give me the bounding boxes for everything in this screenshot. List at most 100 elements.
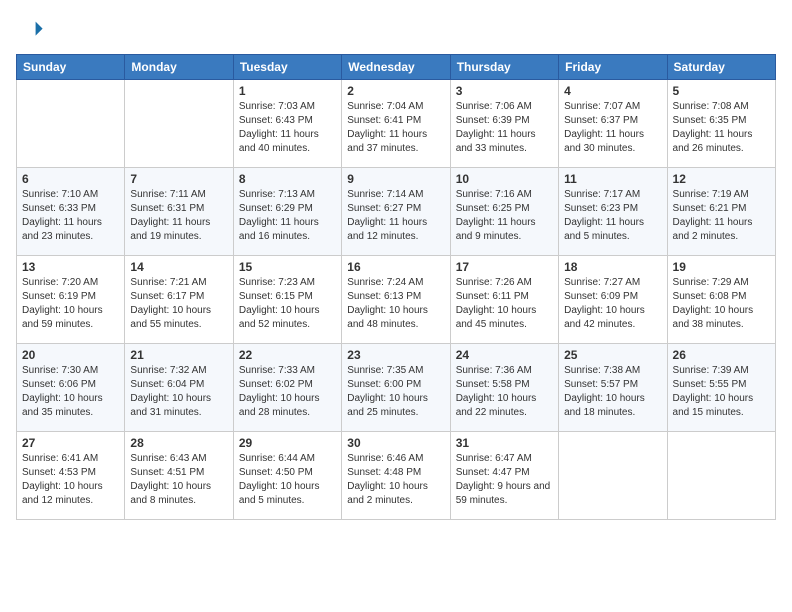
calendar-day-cell bbox=[125, 80, 233, 168]
day-number: 11 bbox=[564, 172, 661, 186]
day-info: Sunrise: 6:41 AM Sunset: 4:53 PM Dayligh… bbox=[22, 452, 119, 508]
day-number: 25 bbox=[564, 348, 661, 362]
calendar-day-cell: 9Sunrise: 7:14 AM Sunset: 6:27 PM Daylig… bbox=[342, 168, 450, 256]
day-number: 31 bbox=[456, 436, 553, 450]
day-info: Sunrise: 7:38 AM Sunset: 5:57 PM Dayligh… bbox=[564, 364, 661, 420]
day-of-week-header: Thursday bbox=[450, 55, 558, 80]
calendar-day-cell: 18 Sunrise: 7:27 AM Sunset: 6:09 PM Dayli… bbox=[559, 256, 667, 344]
calendar-day-cell: 3 Sunrise: 7:06 AM Sunset: 6:39 PM Daylig… bbox=[450, 80, 558, 168]
calendar-day-cell: 21Sunrise: 7:32 AM Sunset: 6:04 PM Dayli… bbox=[125, 344, 233, 432]
calendar-day-cell: 10 Sunrise: 7:16 AM Sunset: 6:25 PM Dayli… bbox=[450, 168, 558, 256]
day-number: 27 bbox=[22, 436, 119, 450]
calendar-day-cell bbox=[17, 80, 125, 168]
calendar-week-row: 20 Sunrise: 7:30 AM Sunset: 6:06 PM Dayli… bbox=[17, 344, 776, 432]
calendar-day-cell: 8 Sunrise: 7:13 AM Sunset: 6:29 PM Daylig… bbox=[233, 168, 341, 256]
day-number: 24 bbox=[456, 348, 553, 362]
day-info: Sunrise: 7:27 AM Sunset: 6:09 PM Dayligh… bbox=[564, 276, 661, 332]
day-info: Sunrise: 7:26 AM Sunset: 6:11 PM Dayligh… bbox=[456, 276, 553, 332]
day-info: Sunrise: 7:32 AM Sunset: 6:04 PM Dayligh… bbox=[130, 364, 227, 420]
day-info: Sunrise: 7:16 AM Sunset: 6:25 PM Dayligh… bbox=[456, 188, 553, 244]
calendar-day-cell: 20 Sunrise: 7:30 AM Sunset: 6:06 PM Dayli… bbox=[17, 344, 125, 432]
day-number: 30 bbox=[347, 436, 444, 450]
calendar-day-cell: 4Sunrise: 7:07 AM Sunset: 6:37 PM Daylig… bbox=[559, 80, 667, 168]
calendar-day-cell: 16 Sunrise: 7:24 AM Sunset: 6:13 PM Dayli… bbox=[342, 256, 450, 344]
calendar-day-cell: 5 Sunrise: 7:08 AM Sunset: 6:35 PM Daylig… bbox=[667, 80, 775, 168]
day-number: 16 bbox=[347, 260, 444, 274]
calendar-day-cell: 17 Sunrise: 7:26 AM Sunset: 6:11 PM Dayli… bbox=[450, 256, 558, 344]
day-number: 17 bbox=[456, 260, 553, 274]
day-number: 29 bbox=[239, 436, 336, 450]
calendar-day-cell: 13Sunrise: 7:20 AM Sunset: 6:19 PM Dayli… bbox=[17, 256, 125, 344]
day-of-week-header: Wednesday bbox=[342, 55, 450, 80]
day-info: Sunrise: 7:35 AM Sunset: 6:00 PM Dayligh… bbox=[347, 364, 444, 420]
day-number: 14 bbox=[130, 260, 227, 274]
day-of-week-header: Tuesday bbox=[233, 55, 341, 80]
day-info: Sunrise: 7:21 AM Sunset: 6:17 PM Dayligh… bbox=[130, 276, 227, 332]
day-number: 15 bbox=[239, 260, 336, 274]
day-info: Sunrise: 7:23 AM Sunset: 6:15 PM Dayligh… bbox=[239, 276, 336, 332]
logo-icon bbox=[16, 16, 44, 44]
day-number: 1 bbox=[239, 84, 336, 98]
day-number: 18 bbox=[564, 260, 661, 274]
day-number: 28 bbox=[130, 436, 227, 450]
day-number: 12 bbox=[673, 172, 770, 186]
day-number: 6 bbox=[22, 172, 119, 186]
day-number: 5 bbox=[673, 84, 770, 98]
calendar-day-cell bbox=[667, 432, 775, 520]
day-number: 19 bbox=[673, 260, 770, 274]
day-info: Sunrise: 6:44 AM Sunset: 4:50 PM Dayligh… bbox=[239, 452, 336, 508]
day-info: Sunrise: 7:04 AM Sunset: 6:41 PM Dayligh… bbox=[347, 100, 444, 156]
calendar-day-cell: 15 Sunrise: 7:23 AM Sunset: 6:15 PM Dayli… bbox=[233, 256, 341, 344]
day-info: Sunrise: 7:03 AM Sunset: 6:43 PM Dayligh… bbox=[239, 100, 336, 156]
calendar-day-cell: 12 Sunrise: 7:19 AM Sunset: 6:21 PM Dayli… bbox=[667, 168, 775, 256]
day-number: 13 bbox=[22, 260, 119, 274]
day-number: 9 bbox=[347, 172, 444, 186]
day-number: 20 bbox=[22, 348, 119, 362]
day-of-week-header: Sunday bbox=[17, 55, 125, 80]
day-info: Sunrise: 7:06 AM Sunset: 6:39 PM Dayligh… bbox=[456, 100, 553, 156]
day-number: 8 bbox=[239, 172, 336, 186]
calendar-day-cell: 23 Sunrise: 7:35 AM Sunset: 6:00 PM Dayli… bbox=[342, 344, 450, 432]
calendar-day-cell: 24 Sunrise: 7:36 AM Sunset: 5:58 PM Dayli… bbox=[450, 344, 558, 432]
day-number: 26 bbox=[673, 348, 770, 362]
day-info: Sunrise: 6:47 AM Sunset: 4:47 PM Dayligh… bbox=[456, 452, 553, 508]
calendar-week-row: 27 Sunrise: 6:41 AM Sunset: 4:53 PM Dayli… bbox=[17, 432, 776, 520]
day-of-week-header: Saturday bbox=[667, 55, 775, 80]
calendar-day-cell: 19Sunrise: 7:29 AM Sunset: 6:08 PM Dayli… bbox=[667, 256, 775, 344]
calendar-day-cell: 30Sunrise: 6:46 AM Sunset: 4:48 PM Dayli… bbox=[342, 432, 450, 520]
day-info: Sunrise: 7:24 AM Sunset: 6:13 PM Dayligh… bbox=[347, 276, 444, 332]
day-number: 22 bbox=[239, 348, 336, 362]
day-number: 10 bbox=[456, 172, 553, 186]
calendar-week-row: 13Sunrise: 7:20 AM Sunset: 6:19 PM Dayli… bbox=[17, 256, 776, 344]
calendar-day-cell: 29 Sunrise: 6:44 AM Sunset: 4:50 PM Dayli… bbox=[233, 432, 341, 520]
calendar-day-cell: 28 Sunrise: 6:43 AM Sunset: 4:51 PM Dayli… bbox=[125, 432, 233, 520]
day-info: Sunrise: 7:39 AM Sunset: 5:55 PM Dayligh… bbox=[673, 364, 770, 420]
day-number: 2 bbox=[347, 84, 444, 98]
calendar-day-cell: 1 Sunrise: 7:03 AM Sunset: 6:43 PM Daylig… bbox=[233, 80, 341, 168]
day-info: Sunrise: 7:13 AM Sunset: 6:29 PM Dayligh… bbox=[239, 188, 336, 244]
calendar-table: SundayMondayTuesdayWednesdayThursdayFrid… bbox=[16, 54, 776, 520]
day-info: Sunrise: 7:19 AM Sunset: 6:21 PM Dayligh… bbox=[673, 188, 770, 244]
day-number: 7 bbox=[130, 172, 227, 186]
day-info: Sunrise: 7:30 AM Sunset: 6:06 PM Dayligh… bbox=[22, 364, 119, 420]
day-number: 23 bbox=[347, 348, 444, 362]
calendar-day-cell: 11Sunrise: 7:17 AM Sunset: 6:23 PM Dayli… bbox=[559, 168, 667, 256]
calendar-week-row: 1 Sunrise: 7:03 AM Sunset: 6:43 PM Daylig… bbox=[17, 80, 776, 168]
day-info: Sunrise: 7:36 AM Sunset: 5:58 PM Dayligh… bbox=[456, 364, 553, 420]
day-of-week-header: Monday bbox=[125, 55, 233, 80]
calendar-day-cell: 7 Sunrise: 7:11 AM Sunset: 6:31 PM Daylig… bbox=[125, 168, 233, 256]
calendar-header-row: SundayMondayTuesdayWednesdayThursdayFrid… bbox=[17, 55, 776, 80]
header bbox=[16, 16, 776, 44]
calendar-day-cell bbox=[559, 432, 667, 520]
day-info: Sunrise: 7:08 AM Sunset: 6:35 PM Dayligh… bbox=[673, 100, 770, 156]
calendar-day-cell: 22 Sunrise: 7:33 AM Sunset: 6:02 PM Dayli… bbox=[233, 344, 341, 432]
calendar-day-cell: 25 Sunrise: 7:38 AM Sunset: 5:57 PM Dayli… bbox=[559, 344, 667, 432]
calendar-day-cell: 2 Sunrise: 7:04 AM Sunset: 6:41 PM Daylig… bbox=[342, 80, 450, 168]
calendar-day-cell: 14 Sunrise: 7:21 AM Sunset: 6:17 PM Dayli… bbox=[125, 256, 233, 344]
day-info: Sunrise: 7:33 AM Sunset: 6:02 PM Dayligh… bbox=[239, 364, 336, 420]
day-info: Sunrise: 6:43 AM Sunset: 4:51 PM Dayligh… bbox=[130, 452, 227, 508]
day-info: Sunrise: 7:11 AM Sunset: 6:31 PM Dayligh… bbox=[130, 188, 227, 244]
day-number: 4 bbox=[564, 84, 661, 98]
calendar-day-cell: 26 Sunrise: 7:39 AM Sunset: 5:55 PM Dayli… bbox=[667, 344, 775, 432]
day-number: 3 bbox=[456, 84, 553, 98]
